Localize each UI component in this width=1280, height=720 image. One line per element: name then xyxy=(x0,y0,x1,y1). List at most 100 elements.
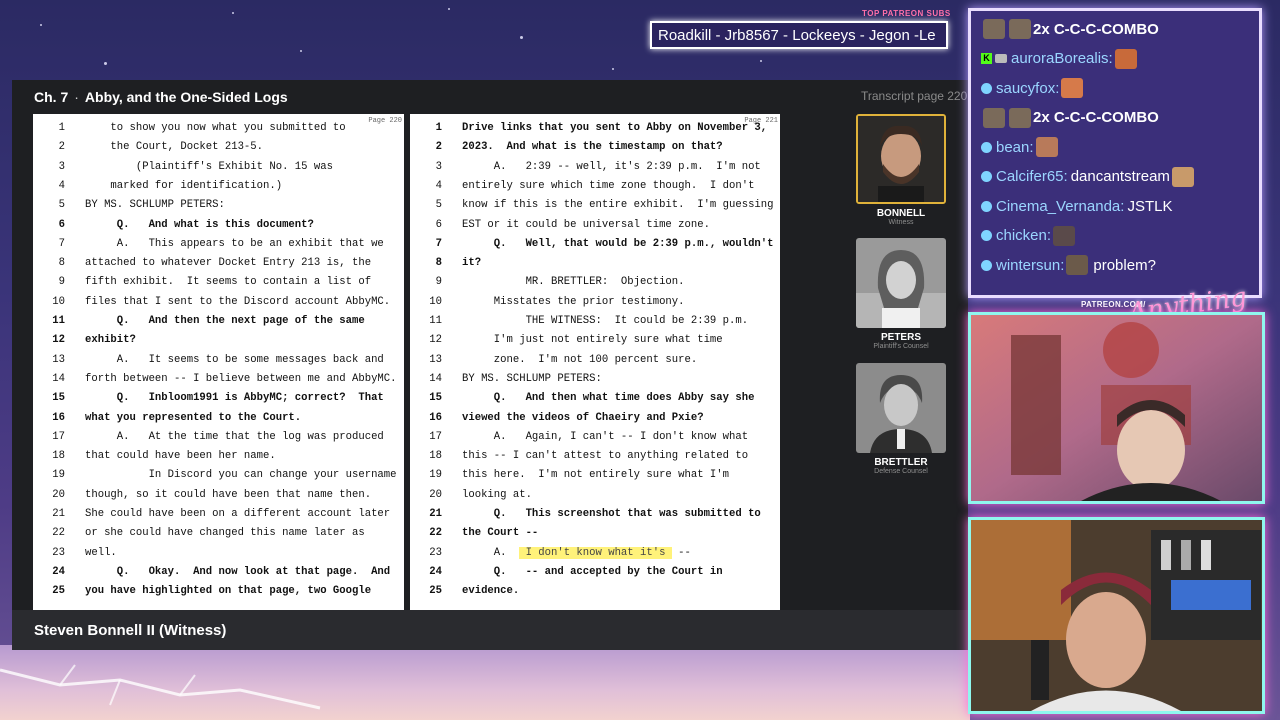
chat-message: saucyfox: xyxy=(981,76,1085,100)
transcript-line: 14 BY MS. SCHLUMP PETERS: xyxy=(410,373,780,392)
transcript-line: 17 A. Again, I can't -- I don't know wha… xyxy=(410,431,780,450)
transcript-line: 6 Q. And what is this document? xyxy=(33,219,404,238)
chat-username[interactable]: bean: xyxy=(996,139,1034,156)
combo-text: 2x C-C-C-COMBO xyxy=(1033,20,1159,38)
line-text: what you represented to the Court. xyxy=(85,412,301,424)
line-text-main: I'm just not entirely sure what time xyxy=(462,334,723,347)
line-text-main: viewed the videos of Chaeiry and Pxie? xyxy=(462,411,704,424)
transcript-line: 2 2023. And what is the timestamp on that… xyxy=(410,141,780,160)
line-text-main: Q. Okay. And now look at that page. And xyxy=(85,565,391,578)
line-text: that could have been her name. xyxy=(85,450,276,462)
line-text: marked for identification.) xyxy=(85,180,282,192)
line-text: Drive links that you sent to Abby on Nov… xyxy=(462,122,767,134)
transcript-line: 10 files that I sent to the Discord accou… xyxy=(33,296,404,315)
transcript-line: 13 A. It seems to be some messages back … xyxy=(33,354,404,373)
transcript-line: 9 fifth exhibit. It seems to contain a li… xyxy=(33,276,404,295)
line-text-main: Q. And what is this document? xyxy=(85,218,314,231)
transcript-line: 4 marked for identification.) xyxy=(33,180,404,199)
line-text: Q. Inbloom1991 is AbbyMC; correct? That xyxy=(85,392,384,404)
line-number: 5 xyxy=(435,199,442,212)
line-number: 22 xyxy=(52,527,65,540)
line-number: 20 xyxy=(52,488,65,501)
transcript-line: 11 THE WITNESS: It could be 2:39 p.m. xyxy=(410,315,780,334)
line-text: THE WITNESS: It could be 2:39 p.m. xyxy=(462,315,749,327)
line-text: Q. Okay. And now look at that page. And xyxy=(85,566,390,578)
line-number: 19 xyxy=(52,469,65,482)
line-number: 1 xyxy=(435,122,442,134)
transcript-line: 10 Misstates the prior testimony. xyxy=(410,296,780,315)
line-text-main: marked for identification.) xyxy=(85,179,283,192)
transcript-line: 2 the Court, Docket 213-5. xyxy=(33,141,404,160)
line-text-main: A. This appears to be an exhibit that we xyxy=(85,237,384,250)
transcript-line: 16 viewed the videos of Chaeiry and Pxie? xyxy=(410,412,780,431)
line-text: forth between -- I believe between me an… xyxy=(85,373,397,385)
line-number: 20 xyxy=(429,488,442,501)
line-text: A. At the time that the log was produced xyxy=(85,431,384,443)
line-number: 15 xyxy=(52,392,65,405)
top-patreon-label: TOP PATREON SUBS xyxy=(862,9,951,18)
line-text-main: this -- I can't attest to anything relat… xyxy=(462,450,749,463)
line-text-main: entirely sure which time zone though. I … xyxy=(462,179,755,192)
line-text-main: to show you now what you submitted to xyxy=(85,122,346,134)
participant-peters[interactable]: PETERS Plaintiff's Counsel xyxy=(855,238,947,350)
chat-username[interactable]: auroraBorealis: xyxy=(1011,50,1113,67)
line-text: zone. I'm not 100 percent sure. xyxy=(462,354,697,366)
line-text-main: the Court -- xyxy=(462,527,539,540)
line-text: Misstates the prior testimony. xyxy=(462,296,685,308)
line-text: entirely sure which time zone though. I … xyxy=(462,180,754,192)
combo-text: 2x C-C-C-COMBO xyxy=(1033,109,1159,126)
line-text: BY MS. SCHLUMP PETERS: xyxy=(85,199,225,211)
line-text: Q. And what is this document? xyxy=(85,219,314,231)
chat-message: 2x C-C-C-COMBO xyxy=(981,17,1159,41)
line-number: 22 xyxy=(429,527,442,540)
line-text-main: forth between -- I believe between me an… xyxy=(85,372,397,385)
line-text-main: 2023. And what is the timestamp on that? xyxy=(462,141,723,154)
line-text-main: know if this is the entire exhibit. I'm … xyxy=(462,199,774,212)
speaker-caption: Steven Bonnell II (Witness) xyxy=(34,622,227,639)
line-text-main: Q. This screenshot that was submitted to xyxy=(462,508,761,520)
line-number: 11 xyxy=(52,315,65,327)
line-number: 19 xyxy=(429,469,442,482)
line-text: the Court -- xyxy=(462,527,538,539)
line-number: 16 xyxy=(52,411,65,424)
chat-username[interactable]: chicken: xyxy=(996,227,1051,244)
line-text: Q. -- and accepted by the Court in xyxy=(462,566,723,578)
line-text-main: A. 2:39 -- well, it's 2:39 p.m. I'm not xyxy=(462,160,761,173)
chat-username[interactable]: Cinema_Vernanda: xyxy=(996,198,1124,215)
line-text-main: THE WITNESS: It could be 2:39 p.m. xyxy=(462,315,749,327)
transcript-line: 7 A. This appears to be an exhibit that … xyxy=(33,238,404,257)
chat-username[interactable]: wintersun: xyxy=(996,257,1064,274)
participant-brettler[interactable]: BRETTLER Defense Counsel xyxy=(855,363,947,475)
line-text-main: files that I sent to the Discord account… xyxy=(85,295,391,308)
transcript-line: 15 Q. Inbloom1991 is AbbyMC; correct? Th… xyxy=(33,392,404,411)
line-number: 17 xyxy=(429,430,442,443)
line-text: evidence. xyxy=(462,585,519,597)
chat-message: KauroraBorealis: xyxy=(981,47,1139,71)
transcript-line: 20 though, so it could have been that nam… xyxy=(33,489,404,508)
line-number: 3 xyxy=(58,160,65,173)
participant-bonnell[interactable]: BONNELL Witness xyxy=(855,114,947,226)
emote-icon xyxy=(1066,255,1089,275)
line-text-main: it? xyxy=(462,257,482,270)
platform-badge-icon xyxy=(981,141,992,153)
chat-username[interactable]: Calcifer65: xyxy=(996,168,1068,185)
line-text-main: Q. And then the next page of the same xyxy=(85,315,365,327)
line-text-main: (Plaintiff's Exhibit No. 15 was xyxy=(85,160,333,173)
participant-name: BONNELL xyxy=(876,208,926,219)
webcam-feed-image xyxy=(971,315,1262,501)
line-text-main: A. At the time that the log was produced xyxy=(85,430,384,443)
line-text: I'm just not entirely sure what time xyxy=(462,334,723,346)
line-number: 25 xyxy=(52,585,65,598)
transcript-line: 23 A. I don't know what it's -- xyxy=(410,546,780,566)
line-text: this here. I'm not entirely sure what I'… xyxy=(462,469,729,481)
chat-username[interactable]: saucyfox: xyxy=(996,80,1059,97)
emote-icon xyxy=(1171,166,1194,187)
line-text: BY MS. SCHLUMP PETERS: xyxy=(462,373,602,385)
line-text: this -- I can't attest to anything relat… xyxy=(462,450,748,462)
line-number: 2 xyxy=(435,141,442,154)
emote-icon xyxy=(1114,48,1137,69)
emote-icon xyxy=(983,19,1005,39)
person-photo-icon xyxy=(856,238,946,328)
line-text: to show you now what you submitted to xyxy=(85,122,346,134)
line-number: 4 xyxy=(435,179,442,192)
